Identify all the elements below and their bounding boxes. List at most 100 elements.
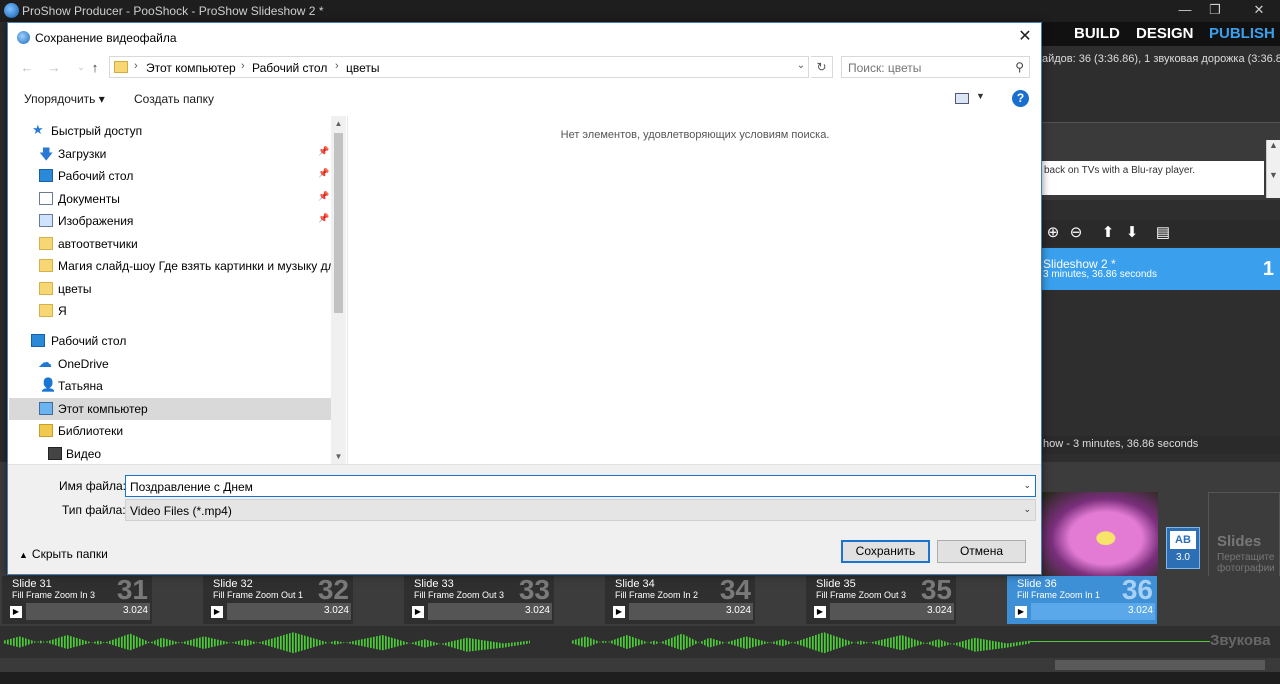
nav-item-desktop-root[interactable]: Рабочий стол xyxy=(9,330,331,352)
slide-effect: Fill Frame Zoom In 1 xyxy=(1017,590,1101,600)
slide-strip: Slide 31 Fill Frame Zoom In 3 31 ▶ 3.024… xyxy=(0,574,1280,626)
tab-build[interactable]: BUILD xyxy=(1074,25,1120,42)
play-icon[interactable]: ▶ xyxy=(1015,606,1027,618)
libraries-icon xyxy=(39,424,53,437)
chevron-down-icon[interactable]: ▼ xyxy=(976,91,985,101)
nav-item-folder[interactable]: цветы xyxy=(9,278,331,300)
slide-card[interactable]: Slide 33 Fill Frame Zoom Out 3 33 ▶ 3.02… xyxy=(404,574,554,624)
restore-icon[interactable]: ❐ xyxy=(1200,0,1230,22)
slide-card-selected[interactable]: Slide 36 Fill Frame Zoom In 1 36 ▶ 3.024 xyxy=(1007,574,1157,624)
chevron-down-icon[interactable]: ⌄ xyxy=(1023,480,1031,491)
pin-icon[interactable]: 📌 xyxy=(318,213,329,224)
app-titlebar: ProShow Producer - PooShock - ProShow Sl… xyxy=(0,0,1280,22)
nav-item-onedrive[interactable]: ☁ OneDrive xyxy=(9,353,331,375)
preview-thumbnail[interactable] xyxy=(1042,492,1158,576)
audio-track[interactable]: Звукова xyxy=(0,626,1280,658)
slides-drop-hint: Перетащите фотографии xyxy=(1217,552,1275,574)
nav-item-pictures[interactable]: Изображения 📌 xyxy=(9,210,331,232)
hide-folders-label: Скрыть папки xyxy=(31,547,108,561)
save-button[interactable]: Сохранить xyxy=(841,540,930,563)
search-box[interactable]: ⚲ xyxy=(841,56,1030,78)
breadcrumb-item[interactable]: Этот компьютер xyxy=(146,61,236,75)
help-icon[interactable]: ? xyxy=(1012,90,1029,107)
scroll-thumb[interactable] xyxy=(334,133,343,313)
audio-track-label: Звукова xyxy=(1210,632,1271,649)
timeline-scrollbar[interactable] xyxy=(0,658,1280,672)
filename-field[interactable]: ⌄ xyxy=(125,475,1036,497)
nav-item-quick-access[interactable]: ★ Быстрый доступ xyxy=(9,120,331,142)
nav-item-downloads[interactable]: 🡇 Загрузки 📌 xyxy=(9,143,331,165)
tab-publish[interactable]: PUBLISH xyxy=(1209,25,1275,42)
slide-time: 3.024 xyxy=(122,605,148,616)
nav-item-libraries[interactable]: Библиотеки xyxy=(9,420,331,442)
ab-transition-icon[interactable]: AB 3.0 xyxy=(1166,527,1200,569)
search-icon: ⚲ xyxy=(1015,60,1024,74)
play-icon[interactable]: ▶ xyxy=(412,606,424,618)
hide-folders-button[interactable]: ▲ Скрыть папки xyxy=(19,547,108,561)
add-icon[interactable]: ⊕ xyxy=(1044,224,1062,242)
nav-item-folder[interactable]: автоответчики xyxy=(9,233,331,255)
play-icon[interactable]: ▶ xyxy=(211,606,223,618)
nav-item-this-pc[interactable]: Этот компьютер xyxy=(9,398,331,420)
scroll-down-icon[interactable]: ▼ xyxy=(331,449,346,464)
pin-icon[interactable]: 📌 xyxy=(318,168,329,179)
chevron-down-icon[interactable]: ⌄ xyxy=(794,56,808,76)
back-arrow-icon[interactable]: ← xyxy=(18,59,36,77)
close-icon[interactable]: ✕ xyxy=(1015,27,1035,47)
cancel-button[interactable]: Отмена xyxy=(937,540,1026,563)
play-icon[interactable]: ▶ xyxy=(10,606,22,618)
nav-item-user[interactable]: 👤 Татьяна xyxy=(9,375,331,397)
refresh-icon[interactable]: ↻ xyxy=(811,56,833,78)
forward-arrow-icon[interactable]: → xyxy=(45,59,63,77)
slideshow-list-item[interactable]: Slideshow 2 * 3 minutes, 36.86 seconds 1 xyxy=(1040,248,1280,290)
play-icon[interactable]: ▶ xyxy=(613,606,625,618)
app-close-icon[interactable]: ✕ xyxy=(1244,0,1274,22)
scroll-thumb[interactable] xyxy=(1055,660,1265,670)
nav-item-label: Рабочий стол xyxy=(51,334,127,348)
slide-card[interactable]: Slide 35 Fill Frame Zoom Out 3 35 ▶ 3.02… xyxy=(806,574,956,624)
slide-card[interactable]: Slide 32 Fill Frame Zoom Out 1 32 ▶ 3.02… xyxy=(203,574,353,624)
nav-item-documents[interactable]: Документы 📌 xyxy=(9,188,331,210)
folder-icon xyxy=(39,237,53,250)
breadcrumb-item[interactable]: цветы xyxy=(346,61,380,75)
chevron-right-icon[interactable]: › xyxy=(335,60,339,72)
pin-icon[interactable]: 📌 xyxy=(318,146,329,157)
remove-icon[interactable]: ⊖ xyxy=(1067,224,1085,242)
breadcrumb-item[interactable]: Рабочий стол xyxy=(252,61,327,75)
navigation-scrollbar[interactable]: ▲ ▼ xyxy=(331,116,346,464)
scroll-up-icon[interactable]: ▲ xyxy=(331,116,346,131)
search-input[interactable] xyxy=(848,60,1008,75)
chevron-right-icon[interactable]: › xyxy=(134,60,138,72)
list-icon[interactable]: ▤ xyxy=(1154,224,1172,242)
nav-item-desktop[interactable]: Рабочий стол 📌 xyxy=(9,165,331,187)
nav-item-videos[interactable]: Видео xyxy=(9,443,331,464)
slide-time: 3.024 xyxy=(524,605,550,616)
move-down-icon[interactable]: ⬇ xyxy=(1123,224,1141,242)
nav-item-folder[interactable]: Я xyxy=(9,300,331,322)
tab-design[interactable]: DESIGN xyxy=(1136,25,1194,42)
format-scrollbar[interactable]: ▲ ▼ xyxy=(1266,140,1280,198)
audio-waveform xyxy=(572,632,1030,654)
organize-button[interactable]: Упорядочить ▾ xyxy=(24,92,105,106)
chevron-down-icon[interactable]: ⌄ xyxy=(1023,504,1031,515)
play-icon[interactable]: ▶ xyxy=(814,606,826,618)
pin-icon[interactable]: 📌 xyxy=(318,191,329,202)
nav-item-folder[interactable]: Магия слайд-шоу Где взять картинки и муз… xyxy=(9,255,331,277)
chevron-right-icon[interactable]: › xyxy=(241,60,245,72)
move-up-icon[interactable]: ⬆ xyxy=(1099,224,1117,242)
address-bar[interactable]: › Этот компьютер › Рабочий стол › цветы xyxy=(109,56,809,78)
filename-input[interactable] xyxy=(130,479,1010,494)
slide-card[interactable]: Slide 34 Fill Frame Zoom In 2 34 ▶ 3.024 xyxy=(605,574,755,624)
empty-message: Нет элементов, удовлетворяющих условиям … xyxy=(560,129,830,141)
file-list-pane[interactable]: Нет элементов, удовлетворяющих условиям … xyxy=(347,116,1041,464)
status-line: how - 3 minutes, 36.86 seconds xyxy=(1040,436,1280,454)
minimize-icon[interactable]: — xyxy=(1170,0,1200,22)
filetype-select[interactable]: Video Files (*.mp4) ⌄ xyxy=(125,499,1036,521)
up-arrow-icon[interactable]: ↑ xyxy=(86,59,104,77)
slides-drop-title: Slides xyxy=(1217,533,1262,550)
slide-card[interactable]: Slide 31 Fill Frame Zoom In 3 31 ▶ 3.024 xyxy=(2,574,152,624)
view-options-icon[interactable] xyxy=(955,93,969,104)
new-folder-button[interactable]: Создать папку xyxy=(134,92,214,106)
star-icon: ★ xyxy=(32,122,44,137)
save-options-area: Имя файла: ⌄ Тип файла: Video Files (*.m… xyxy=(8,464,1041,574)
